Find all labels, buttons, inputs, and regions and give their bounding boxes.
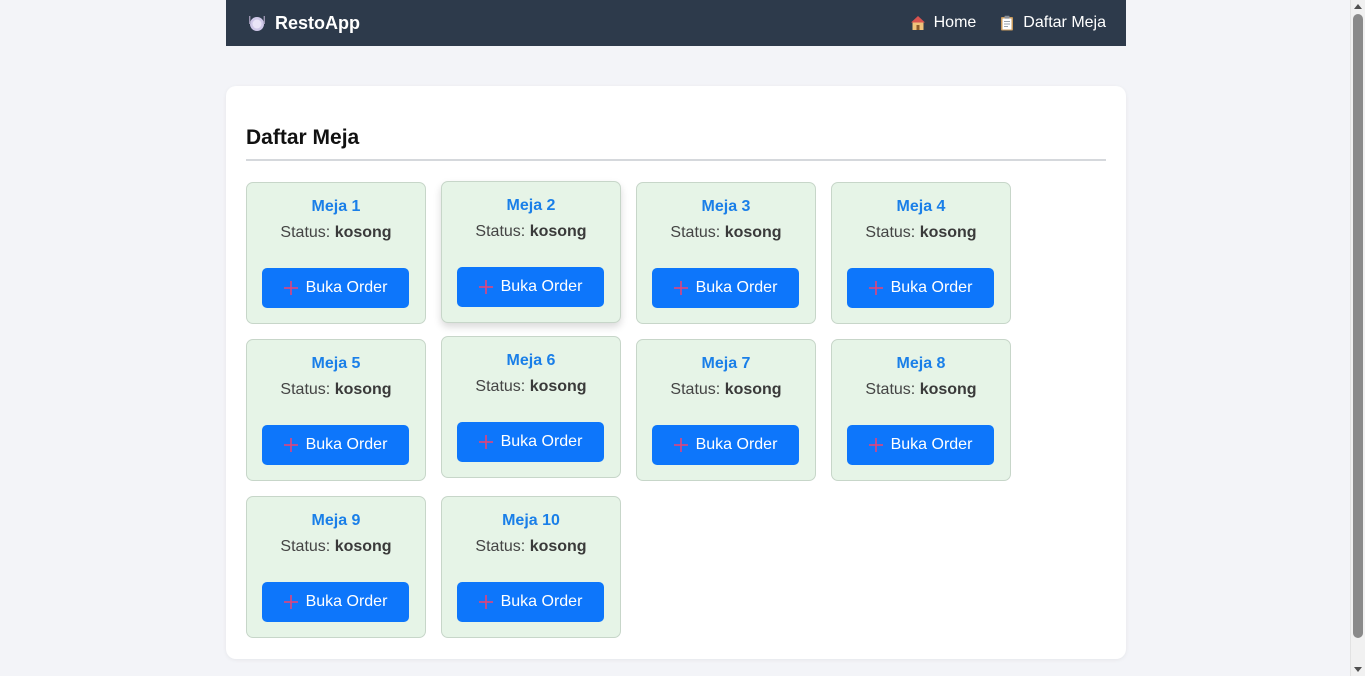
scroll-down-arrow-icon[interactable]: [1354, 667, 1362, 672]
table-name: Meja 9: [311, 512, 361, 529]
nav-link-label: Daftar Meja: [1023, 14, 1106, 31]
open-order-label: Buka Order: [500, 433, 583, 450]
status-label: Status:: [475, 223, 526, 240]
status-value: kosong: [919, 224, 977, 241]
open-order-label: Buka Order: [890, 279, 973, 296]
table-card-9: Meja 9 Status: kosong Buka Order: [246, 496, 426, 638]
status-value: kosong: [529, 378, 587, 395]
table-name: Meja 4: [896, 198, 946, 215]
open-order-label: Buka Order: [305, 279, 388, 296]
table-name: Meja 3: [701, 198, 751, 215]
navbar: RestoApp Home Daftar Meja: [226, 0, 1126, 46]
title-divider: [246, 159, 1106, 161]
open-order-button[interactable]: Buka Order: [652, 425, 799, 465]
open-order-button[interactable]: Buka Order: [457, 422, 604, 462]
table-status: Status: kosong: [247, 224, 425, 244]
open-order-button[interactable]: Buka Order: [847, 425, 994, 465]
table-card-7: Meja 7 Status: kosong Buka Order: [636, 339, 816, 481]
open-order-button[interactable]: Buka Order: [457, 582, 604, 622]
open-order-label: Buka Order: [500, 278, 583, 295]
scroll-up-arrow-icon[interactable]: [1354, 4, 1362, 9]
open-order-label: Buka Order: [305, 593, 388, 610]
nav-links: Home Daftar Meja: [887, 14, 1106, 32]
table-status: Status: kosong: [832, 381, 1010, 401]
status-value: kosong: [919, 381, 977, 398]
plus-icon: [868, 438, 883, 452]
table-name: Meja 1: [311, 198, 361, 215]
open-order-label: Buka Order: [500, 593, 583, 610]
open-order-label: Buka Order: [695, 279, 778, 296]
open-order-button[interactable]: Buka Order: [457, 267, 604, 307]
table-status: Status: kosong: [442, 223, 620, 243]
plus-icon: [478, 595, 493, 609]
nav-link-home[interactable]: Home: [910, 14, 977, 32]
table-card-6: Meja 6 Status: kosong Buka Order: [441, 336, 621, 478]
main-panel: Daftar Meja Meja 1 Status: kosong Buka O…: [226, 86, 1126, 659]
open-order-button[interactable]: Buka Order: [652, 268, 799, 308]
status-label: Status:: [280, 381, 331, 398]
status-label: Status:: [865, 381, 916, 398]
plate-icon: [248, 14, 266, 32]
status-value: kosong: [334, 224, 392, 241]
table-card-5: Meja 5 Status: kosong Buka Order: [246, 339, 426, 481]
open-order-button[interactable]: Buka Order: [847, 268, 994, 308]
table-status: Status: kosong: [247, 381, 425, 401]
table-name: Meja 2: [506, 197, 556, 214]
table-name: Meja 6: [506, 352, 556, 369]
plus-icon: [478, 280, 493, 294]
open-order-button[interactable]: Buka Order: [262, 425, 409, 465]
nav-link-daftar-meja[interactable]: Daftar Meja: [999, 14, 1106, 32]
table-name: Meja 10: [502, 512, 560, 529]
open-order-label: Buka Order: [695, 436, 778, 453]
clipboard-icon: [999, 15, 1015, 31]
status-label: Status:: [280, 538, 331, 555]
plus-icon: [283, 595, 298, 609]
table-card-1: Meja 1 Status: kosong Buka Order: [246, 182, 426, 324]
open-order-button[interactable]: Buka Order: [262, 582, 409, 622]
nav-link-label: Home: [933, 14, 977, 31]
table-name: Meja 8: [896, 355, 946, 372]
table-status: Status: kosong: [442, 378, 620, 398]
table-name: Meja 5: [311, 355, 361, 372]
table-card-4: Meja 4 Status: kosong Buka Order: [831, 182, 1011, 324]
status-value: kosong: [529, 223, 587, 240]
table-card-10: Meja 10 Status: kosong Buka Order: [441, 496, 621, 638]
plus-icon: [478, 435, 493, 449]
status-value: kosong: [724, 224, 782, 241]
scrollbar-thumb[interactable]: [1353, 14, 1363, 638]
plus-icon: [673, 281, 688, 295]
vertical-scrollbar[interactable]: [1350, 0, 1365, 676]
table-card-3: Meja 3 Status: kosong Buka Order: [636, 182, 816, 324]
brand-name: RestoApp: [275, 12, 360, 33]
open-order-button[interactable]: Buka Order: [262, 268, 409, 308]
table-name: Meja 7: [701, 355, 751, 372]
status-label: Status:: [475, 538, 526, 555]
house-icon: [910, 15, 926, 31]
status-label: Status:: [475, 378, 526, 395]
page: RestoApp Home Daftar Meja Daftar Meja Me…: [0, 0, 1365, 676]
page-title: Daftar Meja: [246, 126, 360, 149]
table-status: Status: kosong: [637, 224, 815, 244]
open-order-label: Buka Order: [305, 436, 388, 453]
open-order-label: Buka Order: [890, 436, 973, 453]
status-label: Status:: [670, 381, 721, 398]
table-card-8: Meja 8 Status: kosong Buka Order: [831, 339, 1011, 481]
table-status: Status: kosong: [637, 381, 815, 401]
plus-icon: [868, 281, 883, 295]
status-value: kosong: [334, 538, 392, 555]
table-status: Status: kosong: [442, 538, 620, 558]
table-status: Status: kosong: [832, 224, 1010, 244]
status-label: Status:: [865, 224, 916, 241]
plus-icon: [283, 438, 298, 452]
brand-link[interactable]: RestoApp: [248, 13, 360, 34]
table-card-2: Meja 2 Status: kosong Buka Order: [441, 181, 621, 323]
table-status: Status: kosong: [247, 538, 425, 558]
status-label: Status:: [280, 224, 331, 241]
status-value: kosong: [529, 538, 587, 555]
status-value: kosong: [724, 381, 782, 398]
plus-icon: [283, 281, 298, 295]
plus-icon: [673, 438, 688, 452]
status-value: kosong: [334, 381, 392, 398]
status-label: Status:: [670, 224, 721, 241]
